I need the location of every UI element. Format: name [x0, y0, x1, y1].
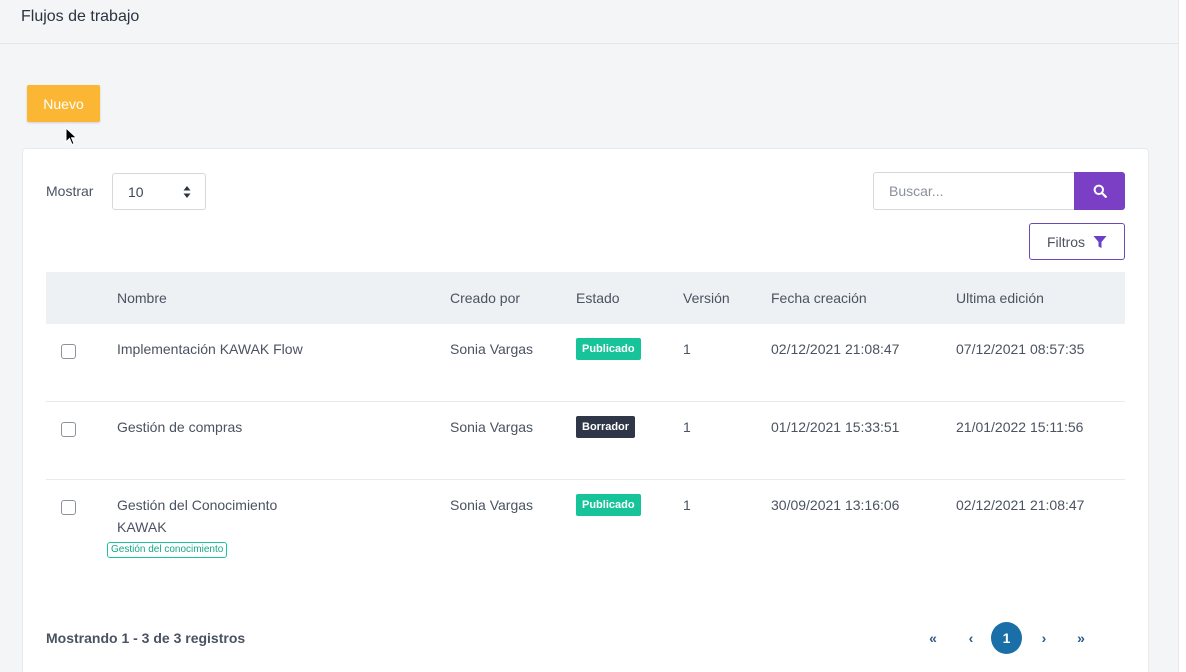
column-header-status[interactable]: Estado [576, 290, 620, 306]
status-badge: Publicado [576, 338, 641, 360]
created-by: Sonia Vargas [450, 419, 534, 435]
created-date: 01/12/2021 15:33:51 [771, 419, 900, 435]
column-header-created-by[interactable]: Creado por [450, 290, 520, 306]
workflow-name[interactable]: Implementación KAWAK Flow [117, 338, 303, 360]
filters-label: Filtros [1046, 233, 1086, 250]
table-row: Gestión del Conocimiento KAWAK Gestión d… [46, 480, 1125, 580]
column-header-created-date[interactable]: Fecha creación [771, 290, 867, 306]
created-by: Sonia Vargas [450, 341, 534, 357]
new-button[interactable]: Nuevo [27, 85, 100, 122]
search-icon [1093, 184, 1107, 198]
row-checkbox[interactable] [61, 344, 76, 359]
pagination-first[interactable]: « [922, 622, 944, 654]
column-header-last-edited[interactable]: Ultima edición [956, 290, 1044, 306]
workflow-name[interactable]: Gestión de compras [117, 416, 242, 438]
pagination-last[interactable]: » [1070, 622, 1092, 654]
page-header: Flujos de trabajo [0, 0, 1178, 44]
last-edited: 07/12/2021 08:57:35 [956, 341, 1085, 357]
search-button[interactable] [1074, 172, 1125, 210]
filters-button[interactable]: Filtros [1029, 223, 1125, 260]
page-title: Flujos de trabajo [21, 8, 140, 25]
scrollbar-track[interactable] [1178, 0, 1186, 672]
show-label: Mostrar [46, 183, 94, 199]
records-summary: Mostrando 1 - 3 de 3 registros [46, 630, 246, 646]
table-row: Implementación KAWAK Flow Sonia Vargas P… [46, 324, 1125, 402]
page-size-value: 10 [128, 183, 144, 200]
pagination-page-1[interactable]: 1 [991, 622, 1022, 654]
last-edited: 02/12/2021 21:08:47 [956, 497, 1085, 513]
last-edited: 21/01/2022 15:11:56 [956, 419, 1084, 435]
table-row: Gestión de compras Sonia Vargas Borrador… [46, 402, 1125, 480]
category-tag: Gestión del conocimiento [107, 542, 228, 558]
status-badge: Publicado [576, 494, 641, 516]
created-by: Sonia Vargas [450, 497, 534, 513]
workflow-name-line2[interactable]: KAWAK [117, 516, 167, 538]
mouse-cursor-icon [65, 127, 78, 146]
row-checkbox[interactable] [61, 422, 76, 437]
column-header-name[interactable]: Nombre [117, 290, 167, 306]
row-checkbox[interactable] [61, 500, 76, 515]
column-header-version[interactable]: Versión [683, 290, 730, 306]
page-size-select[interactable]: 10 [112, 173, 206, 210]
table-header: Nombre Creado por Estado Versión Fecha c… [46, 272, 1125, 324]
version: 1 [683, 419, 691, 435]
created-date: 02/12/2021 21:08:47 [771, 341, 900, 357]
workflow-name-line1[interactable]: Gestión del Conocimiento [117, 494, 277, 516]
version: 1 [683, 497, 691, 513]
pagination-next[interactable]: › [1033, 622, 1055, 654]
status-badge: Borrador [576, 416, 636, 438]
search-group [873, 172, 1125, 210]
filter-icon [1093, 235, 1107, 248]
search-input[interactable] [873, 172, 1075, 210]
version: 1 [683, 341, 691, 357]
created-date: 30/09/2021 13:16:06 [771, 497, 900, 513]
pagination-prev[interactable]: ‹ [960, 622, 982, 654]
sort-arrows-icon [183, 186, 191, 198]
